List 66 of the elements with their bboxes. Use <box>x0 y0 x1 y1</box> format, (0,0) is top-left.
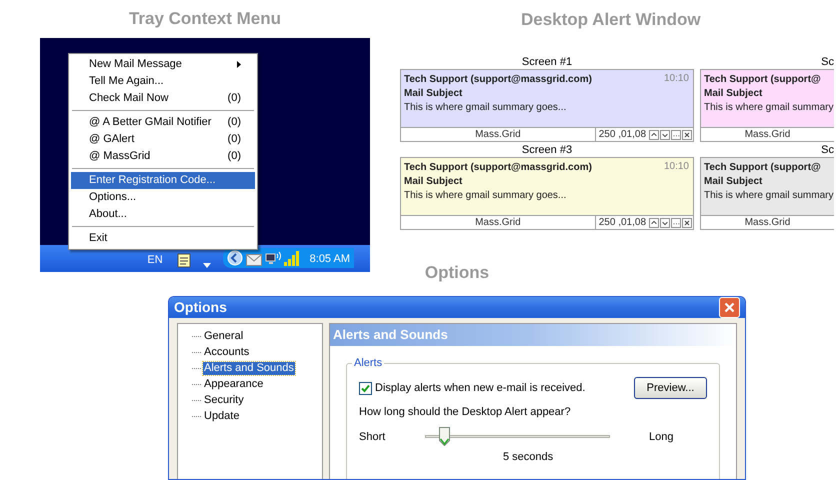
section-heading: Options <box>424 262 490 284</box>
alert-summary: This is where gmail summary <box>704 189 834 203</box>
menu-item[interactable]: Tell Me Again... <box>71 73 255 90</box>
alert-sender: Tech Support (support@ <box>704 161 821 175</box>
slider-thumb[interactable] <box>439 427 450 446</box>
tree-item[interactable]: Update <box>203 410 240 422</box>
window-title: Options <box>174 298 227 317</box>
document-icon <box>176 253 191 268</box>
alert-sender: Tech Support (support@massgrid.com) <box>404 161 592 175</box>
menu-item[interactable]: @ GAlert (0) <box>71 131 255 148</box>
alert-footer: Mass.Grid <box>701 216 834 229</box>
alert-subject: Mail Subject <box>704 175 762 189</box>
section-heading: Tray Context Menu <box>128 8 282 30</box>
checkbox[interactable] <box>359 382 372 394</box>
alert-summary: This is where gmail summary goes... <box>404 189 566 203</box>
menu-item[interactable]: About... <box>71 206 255 223</box>
caret-icon[interactable] <box>202 263 211 268</box>
alert-footer: Mass.Grid <box>701 128 834 141</box>
close-icon[interactable] <box>682 130 692 140</box>
alert-footer: Mass.Grid <box>401 216 595 229</box>
menu-item[interactable]: @ MassGrid (0) <box>71 148 255 165</box>
screen-label: Sc <box>821 56 834 69</box>
alert-counter: 250 ,01,08 <box>598 128 647 141</box>
menu-item[interactable]: New Mail Message <box>71 56 255 73</box>
menu-item[interactable]: Check Mail Now (0) <box>71 90 255 107</box>
tree-item[interactable]: Alerts and Sounds <box>203 362 295 374</box>
menu-item[interactable]: Options... <box>71 189 255 206</box>
alert-sender: Tech Support (support@massgrid.com) <box>404 73 592 87</box>
preview-button[interactable]: Preview... <box>634 377 707 399</box>
menu-item[interactable]: Exit <box>71 230 255 247</box>
tree-item[interactable]: Security <box>203 394 245 406</box>
scroll-down-icon[interactable] <box>660 130 670 140</box>
menu-item[interactable]: @ A Better GMail Notifier (0) <box>71 114 255 131</box>
alert-time: 10:10 <box>664 160 689 174</box>
alert-subject: Mail Subject <box>704 87 762 101</box>
tree-item[interactable]: General <box>203 330 244 342</box>
screen-label: Screen #3 <box>522 144 572 157</box>
network-icon[interactable] <box>264 251 281 266</box>
screen-label: Screen #1 <box>522 56 572 69</box>
alert-footer: Mass.Grid <box>401 128 595 141</box>
slider-min-label: Short <box>359 430 386 444</box>
checkmark-icon <box>361 384 370 392</box>
scroll-down-icon[interactable] <box>660 218 670 228</box>
alert-summary: This is where gmail summary <box>704 101 834 115</box>
submenu-arrow-icon <box>237 61 241 68</box>
tree-item[interactable]: Appearance <box>203 378 264 390</box>
language-indicator: EN <box>147 252 163 268</box>
section-heading: Desktop Alert Window <box>521 9 702 31</box>
tree-item[interactable]: Accounts <box>203 346 250 358</box>
close-icon[interactable] <box>682 218 692 228</box>
slider-reading: 5 seconds <box>503 450 554 465</box>
close-button[interactable] <box>719 297 740 318</box>
alert-sender: Tech Support (support@ <box>704 73 821 87</box>
alert-subject: Mail Subject <box>404 175 462 189</box>
alert-subject: Mail Subject <box>404 87 462 101</box>
scroll-up-icon[interactable] <box>649 130 659 140</box>
alert-summary: This is where gmail summary goes... <box>404 101 566 115</box>
close-icon <box>724 302 735 313</box>
scroll-up-icon[interactable] <box>649 218 659 228</box>
menu-item[interactable]: Enter Registration Code... <box>71 172 255 189</box>
screen-label: Sc <box>821 144 834 157</box>
checkbox-label: Display alerts when new e-mail is received. <box>375 380 586 396</box>
alert-counter: 250 ,01,08 <box>598 216 647 229</box>
question-text: How long should the Desktop Alert appear? <box>359 405 572 420</box>
slider-max-label: Long <box>649 430 674 444</box>
alert-time: 10:10 <box>664 72 689 86</box>
